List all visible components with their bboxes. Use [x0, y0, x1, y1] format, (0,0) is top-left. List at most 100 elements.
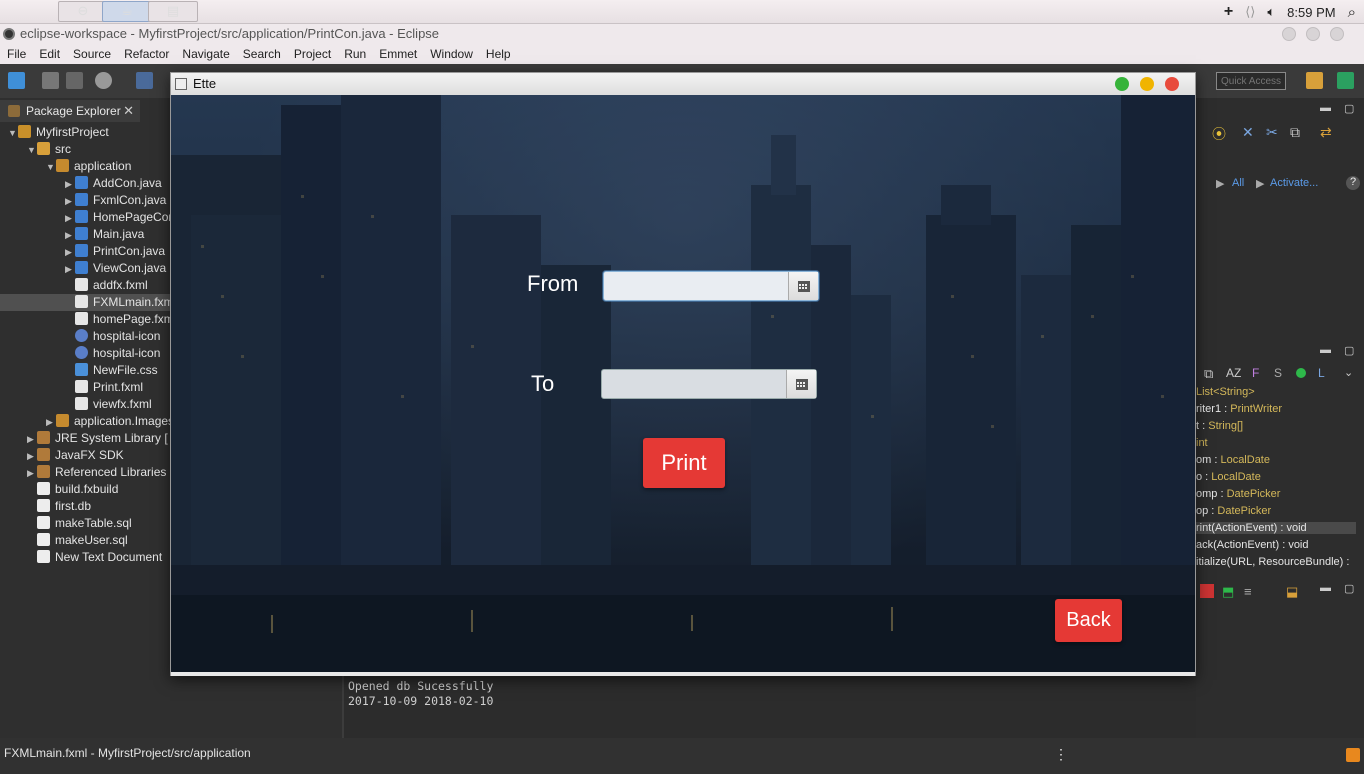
- maximize-view-icon[interactable]: ▢: [1344, 582, 1354, 595]
- tree-item[interactable]: viewfx.fxml: [65, 396, 152, 413]
- minimize-view-icon[interactable]: ▬: [1320, 102, 1331, 114]
- chevron-right-icon[interactable]: ▶: [65, 261, 75, 278]
- console-output[interactable]: Opened db Sucessfully 2017-10-09 2018-02…: [344, 676, 1196, 738]
- tree-item[interactable]: ▶ ViewCon.java: [65, 260, 166, 277]
- add-icon[interactable]: +: [1224, 3, 1233, 21]
- calendar-icon[interactable]: [786, 370, 816, 398]
- tree-item[interactable]: first.db: [27, 498, 91, 515]
- problems-icon[interactable]: [1200, 584, 1214, 598]
- user-icon[interactable]: [95, 72, 112, 89]
- outline-item[interactable]: om : LocalDate: [1196, 454, 1356, 466]
- to-date-field[interactable]: [602, 370, 786, 398]
- minimize-view-icon[interactable]: ▬: [1320, 582, 1331, 594]
- help-icon[interactable]: ?: [1346, 176, 1360, 190]
- task-link-all[interactable]: All: [1232, 177, 1244, 189]
- tree-item[interactable]: Print.fxml: [65, 379, 143, 396]
- tree-item[interactable]: ▶ application.Images: [46, 413, 174, 430]
- clock-text[interactable]: 8:59 PM: [1287, 5, 1335, 20]
- tree-item[interactable]: NewFile.css: [65, 362, 158, 379]
- eclipse-dock-icon[interactable]: ⊖: [58, 1, 108, 22]
- focus-icon[interactable]: ⦿: [1212, 124, 1226, 144]
- tree-item[interactable]: homePage.fxml: [65, 311, 176, 328]
- new-console-icon[interactable]: ⬓: [1286, 584, 1298, 600]
- print-button[interactable]: Print: [643, 438, 725, 488]
- chevron-down-icon[interactable]: ▼: [27, 142, 37, 159]
- package-explorer-tab[interactable]: Package Explorer ✕: [0, 100, 140, 122]
- maximize-button[interactable]: [1115, 77, 1129, 91]
- chevron-right-icon[interactable]: ▶: [46, 414, 56, 431]
- skip-breakpoints-icon[interactable]: [136, 72, 153, 89]
- menu-help[interactable]: Help: [479, 44, 517, 64]
- menu-search[interactable]: Search: [236, 44, 287, 64]
- from-date-field[interactable]: [604, 272, 788, 300]
- chevron-right-icon[interactable]: ▶: [27, 431, 37, 448]
- tree-item[interactable]: makeUser.sql: [27, 532, 128, 549]
- calendar-icon[interactable]: [788, 272, 818, 300]
- outline-item[interactable]: riter1 : PrintWriter: [1196, 403, 1356, 415]
- maximize-view-icon[interactable]: ▢: [1344, 102, 1354, 115]
- menu-project[interactable]: Project: [287, 44, 337, 64]
- volume-icon[interactable]: 🔈︎: [1267, 4, 1275, 20]
- save-icon[interactable]: [42, 72, 59, 89]
- open-perspective-icon[interactable]: [1306, 72, 1323, 89]
- toolbar-icon[interactable]: ⧉: [1290, 124, 1300, 141]
- outline-item[interactable]: ack(ActionEvent) : void: [1196, 539, 1356, 551]
- minimize-button[interactable]: [1140, 77, 1154, 91]
- chevron-right-icon[interactable]: ▶: [65, 210, 75, 227]
- tree-item[interactable]: ▶ FxmlCon.java: [65, 192, 166, 209]
- outline-item[interactable]: t : String[]: [1196, 420, 1356, 432]
- hide-local-types-icon[interactable]: L: [1318, 366, 1325, 380]
- more-icon[interactable]: ⋮: [1054, 746, 1068, 763]
- tree-item[interactable]: ▶ AddCon.java: [65, 175, 162, 192]
- new-icon[interactable]: [8, 72, 25, 89]
- finder-dock-icon[interactable]: ▤: [148, 1, 198, 22]
- tree-item[interactable]: New Text Document: [27, 549, 162, 566]
- tree-item[interactable]: ▶ Referenced Libraries: [27, 464, 166, 481]
- menu-file[interactable]: File: [0, 44, 32, 64]
- outline-item[interactable]: int: [1196, 437, 1356, 449]
- from-date-picker[interactable]: [603, 271, 819, 301]
- chevron-down-icon[interactable]: ▼: [8, 125, 18, 142]
- hide-static-icon[interactable]: S: [1274, 366, 1282, 380]
- search-icon[interactable]: ⌕: [1348, 4, 1356, 21]
- outline-item[interactable]: omp : DatePicker: [1196, 488, 1356, 500]
- minimize-view-icon[interactable]: ▬: [1320, 344, 1331, 356]
- java-dock-icon[interactable]: ☕: [102, 1, 152, 22]
- chevron-down-icon[interactable]: ⌄: [1344, 366, 1353, 379]
- task-link-activate[interactable]: Activate...: [1270, 177, 1318, 189]
- maximize-button[interactable]: [1306, 27, 1320, 41]
- chevron-down-icon[interactable]: ▼: [46, 159, 56, 176]
- menu-run[interactable]: Run: [337, 44, 372, 64]
- minimize-button[interactable]: [1282, 27, 1296, 41]
- tree-item[interactable]: hospital-icon: [65, 328, 160, 345]
- save-all-icon[interactable]: [66, 72, 83, 89]
- tree-item[interactable]: hospital-icon: [65, 345, 160, 362]
- close-button[interactable]: [1165, 77, 1179, 91]
- quick-access-input[interactable]: [1216, 72, 1286, 90]
- hide-nonpublic-icon[interactable]: [1296, 368, 1306, 378]
- collapse-all-icon[interactable]: ⧉: [1204, 366, 1213, 382]
- toolbar-icon[interactable]: ≡: [1244, 584, 1252, 599]
- close-button[interactable]: [1330, 27, 1344, 41]
- to-date-picker[interactable]: [601, 369, 817, 399]
- tree-item[interactable]: ▼ src: [27, 141, 71, 158]
- toolbar-icon[interactable]: ⇄: [1320, 124, 1332, 141]
- menu-window[interactable]: Window: [423, 44, 479, 64]
- menu-emmet[interactable]: Emmet: [372, 44, 423, 64]
- chevron-right-icon[interactable]: ▶: [27, 465, 37, 482]
- chevron-right-icon[interactable]: ▶: [65, 227, 75, 244]
- network-icon[interactable]: ⟨⟩: [1245, 4, 1255, 20]
- hide-fields-icon[interactable]: F: [1252, 366, 1259, 380]
- tree-item[interactable]: ▼ MyfirstProject: [8, 124, 109, 141]
- close-icon[interactable]: ✕: [123, 103, 134, 119]
- tree-item[interactable]: ▶ PrintCon.java: [65, 243, 165, 260]
- chevron-right-icon[interactable]: ▶: [65, 176, 75, 193]
- menu-source[interactable]: Source: [66, 44, 117, 64]
- toolbar-icon[interactable]: ⬒: [1222, 584, 1234, 600]
- outline-item[interactable]: itialize(URL, ResourceBundle) :: [1196, 556, 1356, 568]
- toolbar-icon[interactable]: ✕: [1242, 124, 1254, 141]
- tree-item[interactable]: ▶ JRE System Library [: [27, 430, 168, 447]
- tree-item[interactable]: makeTable.sql: [27, 515, 132, 532]
- chevron-right-icon[interactable]: ▶: [65, 193, 75, 210]
- outline-item[interactable]: op : DatePicker: [1196, 505, 1356, 517]
